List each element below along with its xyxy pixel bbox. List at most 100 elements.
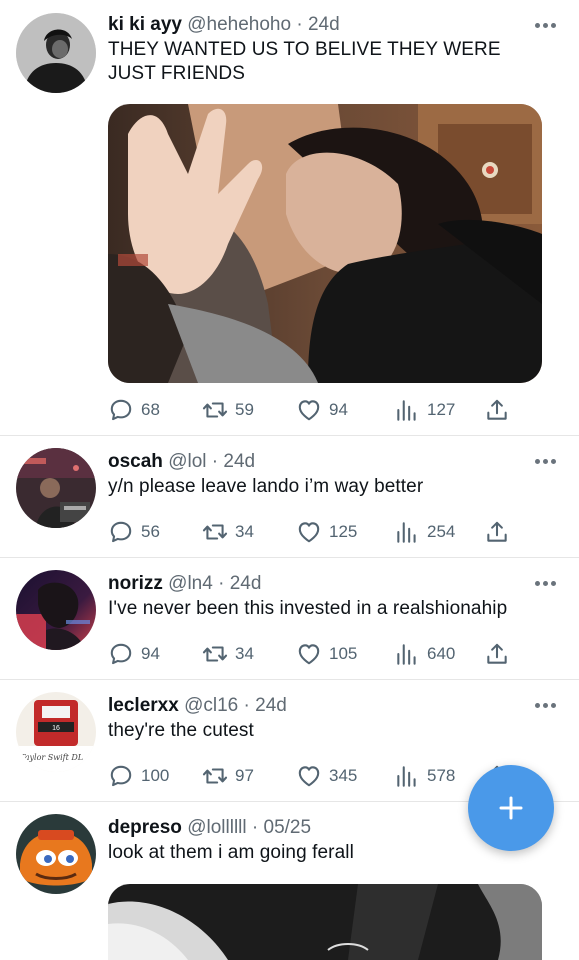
reply-icon: [108, 397, 134, 423]
retweet-button[interactable]: 97: [202, 762, 254, 790]
tweet-actions: 56 34 125 254: [108, 518, 518, 546]
views-button[interactable]: 578: [394, 762, 455, 790]
timestamp[interactable]: 24d: [223, 451, 255, 472]
tweet-2[interactable]: oscah @lol · 24d y/n please leave lando …: [0, 436, 579, 558]
avatar[interactable]: [16, 570, 96, 650]
retweet-button[interactable]: 34: [202, 518, 254, 546]
separator-dot: ·: [218, 573, 225, 594]
display-name[interactable]: oscah: [108, 451, 163, 472]
separator-dot: ·: [296, 14, 303, 35]
retweet-button[interactable]: 34: [202, 640, 254, 668]
display-name[interactable]: depreso: [108, 817, 182, 838]
timestamp[interactable]: 05/25: [264, 817, 312, 838]
photo-image: [108, 104, 542, 383]
tweet-text: y/n please leave lando i’m way better: [108, 476, 424, 497]
separator-dot: ·: [211, 451, 219, 472]
share-icon: [484, 519, 510, 545]
tweet-header: leclerxx @cl16 · 24d: [108, 694, 543, 718]
like-button[interactable]: 345: [296, 762, 357, 790]
like-button[interactable]: 105: [296, 640, 357, 668]
share-button[interactable]: [484, 640, 510, 668]
more-icon[interactable]: [535, 703, 557, 709]
avatar[interactable]: 16 Taylor Swift DL: [16, 692, 96, 772]
views-icon: [394, 763, 420, 789]
tweet-text: look at them i am going ferall: [108, 842, 354, 863]
share-button[interactable]: [484, 518, 510, 546]
tweet-1[interactable]: ki ki ayy @hehehoho · 24d THEY WANTED US…: [0, 0, 579, 436]
like-count: 94: [329, 400, 348, 419]
retweet-button[interactable]: 59: [202, 396, 254, 424]
reply-button[interactable]: 56: [108, 518, 160, 546]
reply-button[interactable]: 68: [108, 396, 160, 424]
like-button[interactable]: 94: [296, 396, 348, 424]
retweet-icon: [202, 397, 228, 423]
user-handle[interactable]: @lollllll: [187, 817, 246, 838]
retweet-icon: [202, 763, 228, 789]
photo-image: [108, 884, 542, 960]
timestamp[interactable]: 24d: [230, 573, 262, 594]
user-handle[interactable]: @lol: [168, 451, 206, 472]
share-button[interactable]: [484, 396, 510, 424]
compose-plus-icon: [499, 796, 523, 820]
avatar[interactable]: [16, 814, 96, 894]
reply-count: 100: [141, 766, 170, 785]
tweet-actions: 94 34 105 640: [108, 640, 518, 668]
retweet-count: 59: [235, 400, 254, 419]
display-name[interactable]: norizz: [108, 573, 163, 594]
like-button[interactable]: 125: [296, 518, 357, 546]
views-count: 127: [427, 400, 456, 419]
tweet-text: they're the cutest: [108, 720, 254, 741]
reply-icon: [108, 519, 134, 545]
retweet-count: 34: [235, 522, 254, 541]
reply-count: 68: [141, 400, 160, 419]
avatar-image: [16, 570, 96, 650]
avatar-image: 16 Taylor Swift DL: [16, 692, 96, 772]
views-icon: [394, 519, 420, 545]
more-icon[interactable]: [535, 23, 557, 29]
tweet-actions: 68 59 94 127: [108, 396, 518, 424]
retweet-count: 97: [235, 766, 254, 785]
retweet-icon: [202, 519, 228, 545]
tweet-header: oscah @lol · 24d: [108, 450, 543, 474]
user-handle[interactable]: @hehehoho: [187, 14, 291, 35]
avatar-image: [16, 13, 96, 93]
views-count: 578: [427, 766, 456, 785]
tweet-header: ki ki ayy @hehehoho · 24d: [108, 13, 543, 37]
avatar[interactable]: [16, 13, 96, 93]
reply-count: 56: [141, 522, 160, 541]
views-icon: [394, 397, 420, 423]
views-icon: [394, 641, 420, 667]
reply-count: 94: [141, 644, 160, 663]
avatar[interactable]: [16, 448, 96, 528]
like-icon: [296, 397, 322, 423]
tweet-photo[interactable]: [108, 884, 542, 960]
like-count: 345: [329, 766, 358, 785]
like-count: 105: [329, 644, 358, 663]
views-button[interactable]: 640: [394, 640, 455, 668]
display-name[interactable]: leclerxx: [108, 695, 179, 716]
timestamp[interactable]: 24d: [308, 14, 340, 35]
more-icon[interactable]: [535, 581, 557, 587]
reply-button[interactable]: 94: [108, 640, 160, 668]
reply-icon: [108, 641, 134, 667]
reply-button[interactable]: 100: [108, 762, 169, 790]
separator-dot: ·: [251, 817, 259, 838]
timestamp[interactable]: 24d: [255, 695, 287, 716]
compose-button[interactable]: [468, 765, 554, 851]
more-icon[interactable]: [535, 459, 557, 465]
user-handle[interactable]: @cl16: [184, 695, 238, 716]
tweet-actions: 100 97 345 578: [108, 762, 518, 790]
views-button[interactable]: 254: [394, 518, 455, 546]
tweet-text: I've never been this invested in a reals…: [108, 598, 508, 619]
avatar-image: [16, 448, 96, 528]
tweet-header: norizz @ln4 · 24d: [108, 572, 543, 596]
user-handle[interactable]: @ln4: [168, 573, 213, 594]
separator-dot: ·: [243, 695, 250, 716]
tweet-3[interactable]: norizz @ln4 · 24d I've never been this i…: [0, 558, 579, 680]
display-name[interactable]: ki ki ayy: [108, 14, 182, 35]
like-count: 125: [329, 522, 358, 541]
tweet-photo[interactable]: [108, 104, 542, 383]
views-button[interactable]: 127: [394, 396, 455, 424]
retweet-count: 34: [235, 644, 254, 663]
avatar-sign-text: Taylor Swift DL: [20, 753, 83, 762]
